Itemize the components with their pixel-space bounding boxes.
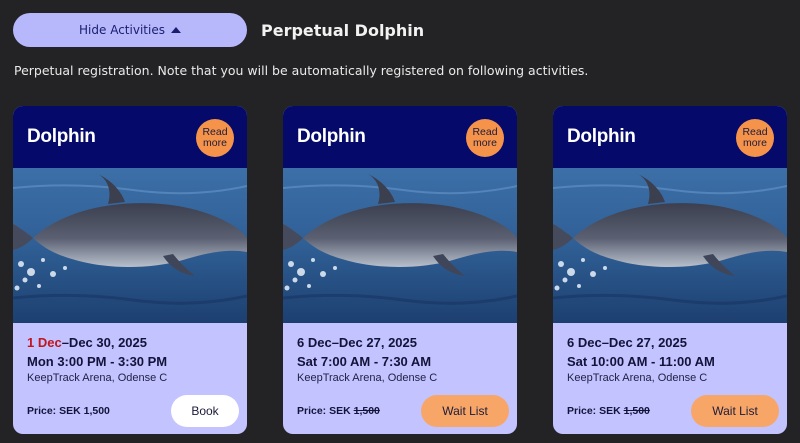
card-venue: KeepTrack Arena, Odense C: [27, 372, 168, 384]
card-dates: 1 Dec–Dec 30, 2025: [27, 335, 233, 350]
hide-activities-button[interactable]: Hide Activities: [13, 13, 247, 47]
card-title: Dolphin: [567, 126, 636, 147]
card-title: Dolphin: [27, 126, 96, 147]
card-body: 1 Dec–Dec 30, 2025 Mon 3:00 PM - 3:30 PM…: [13, 323, 247, 434]
topbar: Hide Activities Perpetual Dolphin: [13, 13, 424, 47]
card-body: 6 Dec–Dec 27, 2025 Sat 10:00 AM - 11:00 …: [553, 323, 787, 434]
hide-activities-label: Hide Activities: [79, 23, 165, 37]
price-label: Price: SEK: [27, 405, 81, 417]
card-time: Sat 10:00 AM - 11:00 AM: [567, 354, 715, 369]
activity-card: Dolphin Read more 6 Dec–Dec 27, 2025 Sat…: [283, 106, 517, 434]
wait-list-button[interactable]: Wait List: [421, 395, 509, 427]
price-value: 1,500: [353, 405, 380, 417]
card-header: Dolphin Read more: [283, 106, 517, 168]
card-header: Dolphin Read more: [553, 106, 787, 168]
card-venue: KeepTrack Arena, Odense C: [297, 372, 438, 384]
card-price: Price: SEK 1,500: [567, 405, 650, 417]
card-time: Sat 7:00 AM - 7:30 AM: [297, 354, 432, 369]
wait-list-button[interactable]: Wait List: [691, 395, 779, 427]
card-time: Mon 3:00 PM - 3:30 PM: [27, 354, 168, 369]
price-value: 1,500: [83, 405, 110, 417]
activity-card: Dolphin Read more 1 Dec–Dec 30, 2025 Mon…: [13, 106, 247, 434]
chevron-up-icon: [170, 26, 181, 33]
card-dates: 6 Dec–Dec 27, 2025: [567, 335, 687, 350]
activity-card: Dolphin Read more 6 Dec–Dec 27, 2025 Sat…: [553, 106, 787, 434]
read-more-button[interactable]: Read more: [466, 119, 504, 157]
card-price: Price: SEK 1,500: [27, 405, 110, 417]
date-start: 1 Dec: [27, 335, 62, 350]
read-more-button[interactable]: Read more: [196, 119, 234, 157]
price-label: Price: SEK: [567, 405, 621, 417]
dolphin-image: [13, 168, 247, 323]
book-button[interactable]: Book: [171, 395, 239, 427]
dolphin-image: [553, 168, 787, 323]
card-title: Dolphin: [297, 126, 366, 147]
date-rest: –Dec 30, 2025: [61, 335, 147, 350]
page-title: Perpetual Dolphin: [261, 20, 425, 40]
card-venue: KeepTrack Arena, Odense C: [567, 372, 708, 384]
card-price: Price: SEK 1,500: [297, 405, 380, 417]
card-body: 6 Dec–Dec 27, 2025 Sat 7:00 AM - 7:30 AM…: [283, 323, 517, 434]
price-value: 1,500: [623, 405, 650, 417]
dolphin-image: [283, 168, 517, 323]
read-more-button[interactable]: Read more: [736, 119, 774, 157]
registration-note: Perpetual registration. Note that you wi…: [14, 63, 589, 78]
card-header: Dolphin Read more: [13, 106, 247, 168]
card-dates: 6 Dec–Dec 27, 2025: [297, 335, 417, 350]
price-label: Price: SEK: [297, 405, 351, 417]
